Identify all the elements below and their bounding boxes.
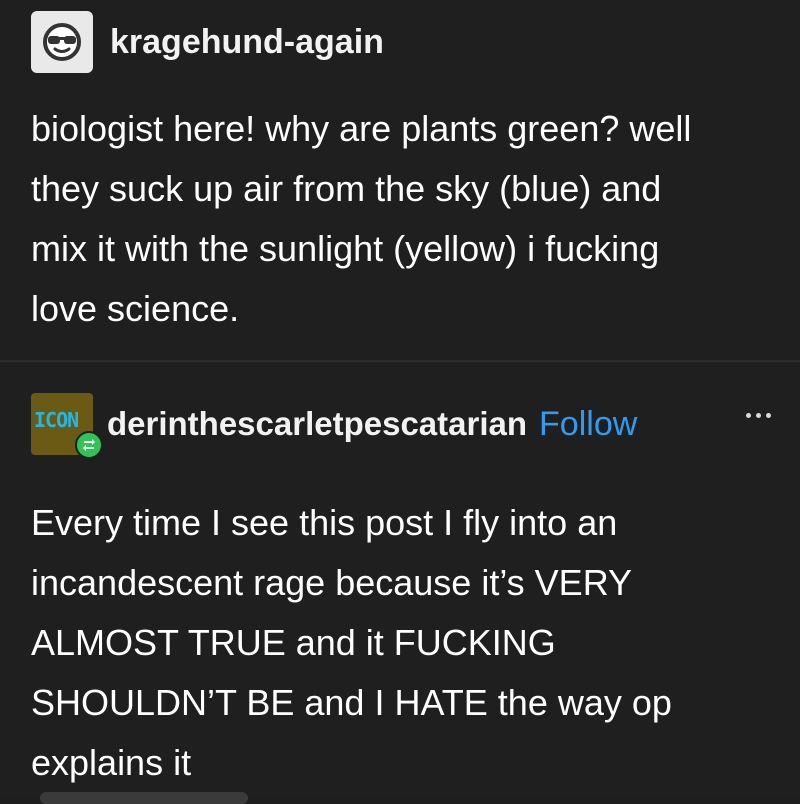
username[interactable]: derinthescarletpescatarian xyxy=(107,405,527,443)
avatar[interactable] xyxy=(31,11,93,73)
sunglasses-face-icon xyxy=(43,23,81,61)
post-body: biologist here! why are plants green? we… xyxy=(31,108,692,329)
more-options-icon[interactable] xyxy=(746,413,771,418)
next-element-peek xyxy=(40,792,248,804)
follow-button[interactable]: Follow xyxy=(539,405,637,444)
reblog-post: ICON derinthescarletpescatarian Follow E… xyxy=(0,362,800,798)
avatar[interactable]: ICON xyxy=(31,393,103,459)
username[interactable]: kragehund-again xyxy=(110,23,384,62)
post-body: Every time I see this post I fly into an… xyxy=(31,502,672,783)
post-header: ICON derinthescarletpescatarian Follow xyxy=(31,391,771,459)
original-post: kragehund-again biologist here! why are … xyxy=(0,0,800,360)
reblog-icon xyxy=(75,431,103,459)
avatar-text: ICON xyxy=(34,408,79,432)
post-header: kragehund-again xyxy=(31,11,384,73)
